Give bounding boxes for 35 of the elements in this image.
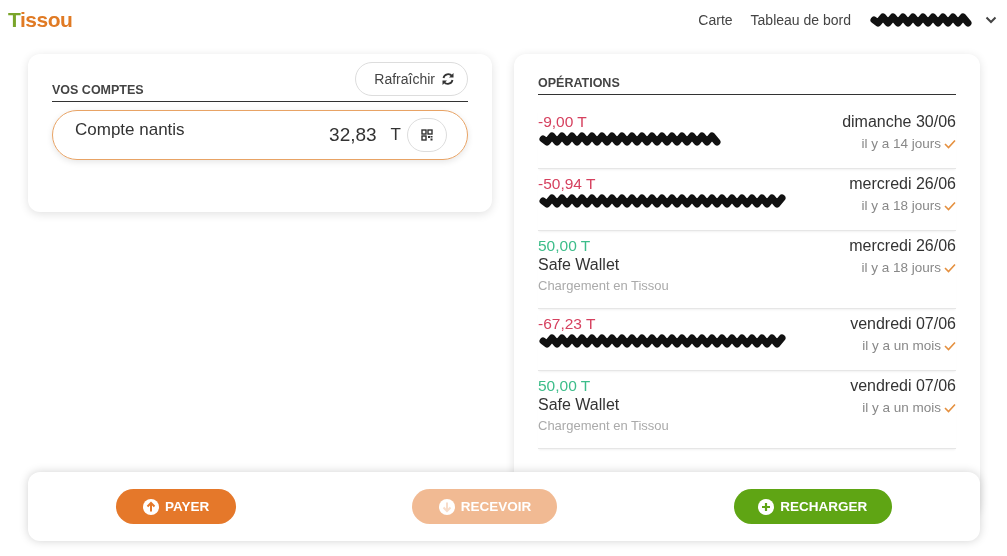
relative-time: il y a un mois bbox=[862, 338, 941, 353]
section-title: OPÉRATIONS bbox=[538, 76, 620, 90]
relative-time: il y a un mois bbox=[862, 400, 941, 415]
relative-time: il y a 14 jours bbox=[861, 136, 941, 151]
qr-code-button[interactable] bbox=[407, 118, 447, 152]
operation-description: Chargement en Tissou bbox=[538, 278, 669, 293]
account-balance: 32,83 bbox=[329, 124, 377, 146]
account-row[interactable]: Compte nantis 32,83 T bbox=[52, 110, 468, 160]
account-name: Compte nantis bbox=[75, 119, 186, 140]
arrow-down-icon bbox=[438, 498, 455, 515]
relative-time: il y a 18 jours bbox=[861, 260, 941, 275]
section-title: VOS COMPTES bbox=[52, 83, 144, 97]
currency-unit: T bbox=[390, 125, 401, 145]
operation-title: Safe Wallet bbox=[538, 396, 621, 414]
operation-amount: -50,94 T bbox=[538, 175, 597, 193]
operation-date: dimanche 30/06 bbox=[842, 113, 956, 131]
refresh-button[interactable]: Rafraîchir bbox=[355, 62, 468, 96]
relative-time: il y a 18 jours bbox=[861, 198, 941, 213]
nav-link[interactable]: Tableau de bord bbox=[750, 12, 851, 28]
operation-amount: 50,00 T bbox=[538, 377, 592, 395]
operation-date: mercredi 26/06 bbox=[849, 237, 956, 255]
operation-date: vendredi 07/06 bbox=[850, 315, 956, 333]
arrow-up-icon bbox=[143, 498, 159, 515]
operation-title: Safe Wallet bbox=[538, 256, 621, 274]
operation-amount: 50,00 T bbox=[538, 237, 592, 255]
operation-date: mercredi 26/06 bbox=[849, 175, 956, 193]
operation-description: Chargement en Tissou bbox=[538, 418, 669, 433]
chevron-down-icon[interactable] bbox=[985, 16, 997, 24]
plus-icon bbox=[758, 498, 775, 515]
operation-date: vendredi 07/06 bbox=[850, 377, 956, 395]
refresh-icon bbox=[441, 72, 455, 86]
nav-link[interactable]: Carte bbox=[698, 12, 733, 28]
operation-amount: -9,00 T bbox=[538, 113, 588, 131]
qr-code-icon bbox=[421, 129, 433, 141]
operation-amount: -67,23 T bbox=[538, 315, 597, 333]
